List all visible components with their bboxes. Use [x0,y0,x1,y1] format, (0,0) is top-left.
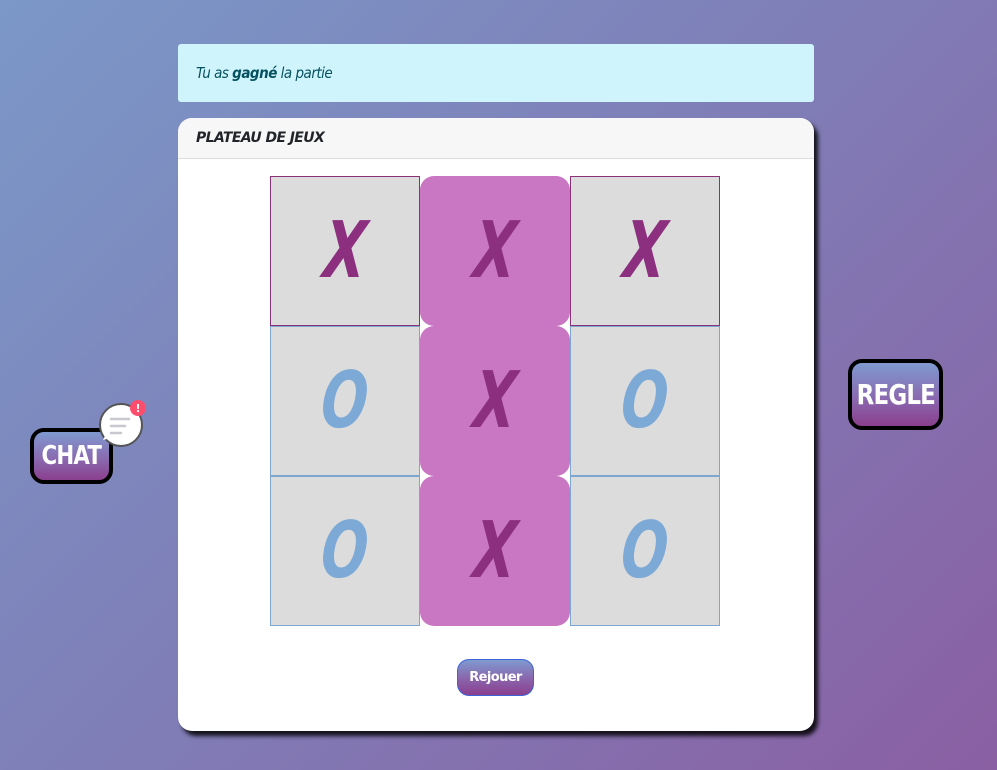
board-cell-6[interactable]: O [270,476,420,626]
board-cell-2[interactable]: X [570,176,720,326]
chat-badge: ! [135,402,140,415]
rules-button-label: REGLE [856,378,935,411]
board-cell-4[interactable]: X [420,326,570,476]
board-cell-0[interactable]: X [270,176,420,326]
alert-suffix: la partie [280,64,333,82]
card-title: PLATEAU DE JEUX [178,118,814,159]
cell-mark: X [470,506,520,596]
cell-mark: O [618,506,672,596]
chat-button-label: CHAT [41,441,102,471]
rules-button[interactable]: REGLE [848,359,943,430]
game-card: PLATEAU DE JEUX X X X O X O O X O Rejoue… [178,118,814,731]
chat-bubble-icon[interactable]: ! [97,400,146,448]
alert-bold: gagné [232,64,277,82]
cell-mark: X [320,206,370,296]
cell-mark: O [318,506,372,596]
win-alert: Tu as gagné la partie [178,44,814,102]
cell-mark: O [318,356,372,446]
cell-mark: X [620,206,670,296]
alert-prefix: Tu as [196,64,229,82]
board-cell-3[interactable]: O [270,326,420,476]
cell-mark: X [470,356,520,446]
cell-mark: O [618,356,672,446]
game-board: X X X O X O O X O [270,176,721,627]
cell-mark: X [470,206,520,296]
board-cell-5[interactable]: O [570,326,720,476]
board-cell-1[interactable]: X [420,176,570,326]
board-cell-8[interactable]: O [570,476,720,626]
replay-button[interactable]: Rejouer [457,659,534,696]
board-cell-7[interactable]: X [420,476,570,626]
